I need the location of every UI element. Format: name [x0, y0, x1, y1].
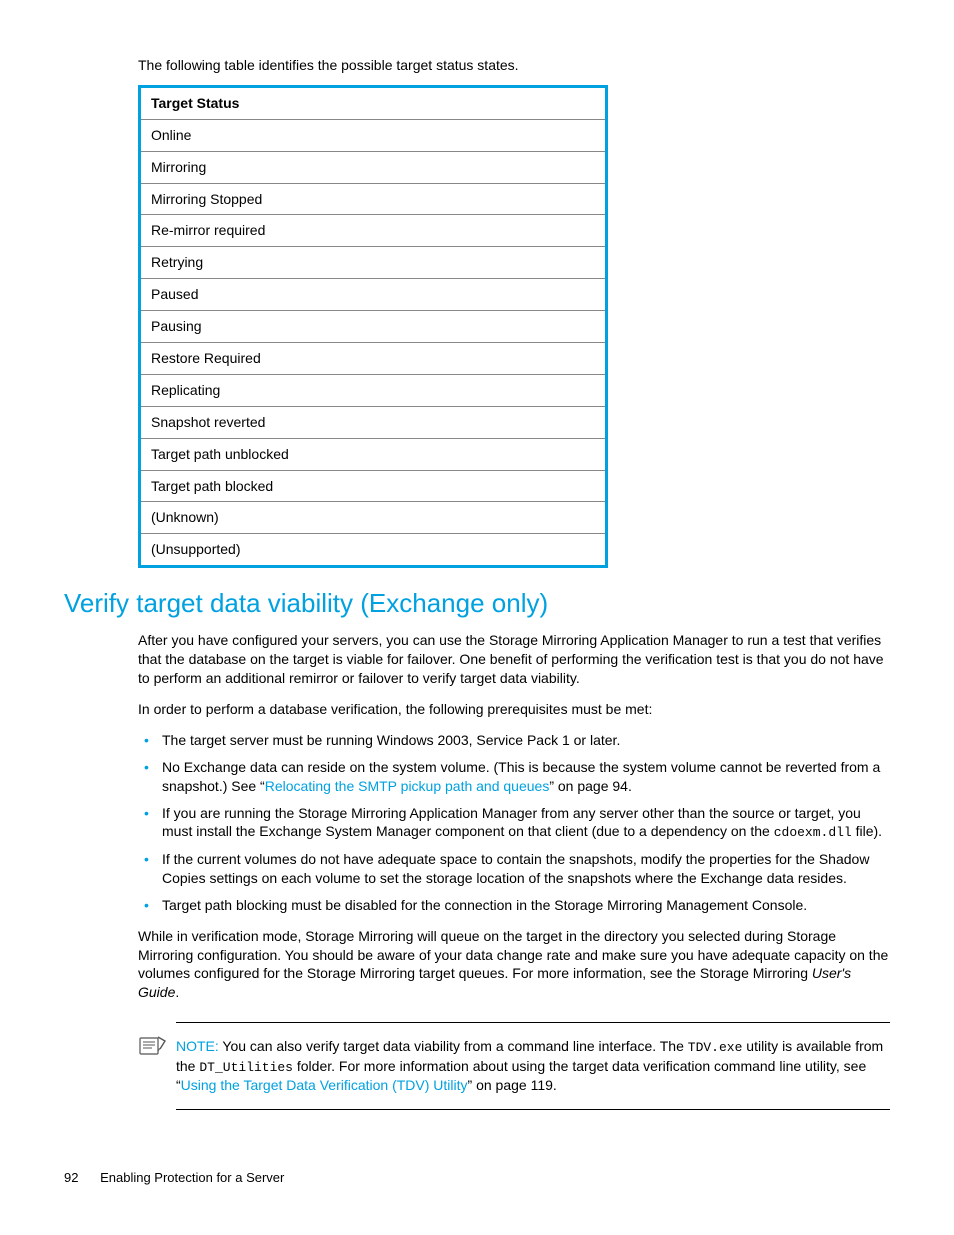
- note-label: NOTE:: [176, 1038, 219, 1054]
- note-block: NOTE: You can also verify target data vi…: [176, 1022, 890, 1110]
- target-status-table: Target Status Online Mirroring Mirroring…: [138, 85, 608, 568]
- list-item-text: ” on page 94.: [549, 778, 632, 794]
- table-header: Target Status: [140, 86, 607, 119]
- table-row: Paused: [140, 279, 607, 311]
- paragraph: In order to perform a database verificat…: [138, 700, 890, 719]
- section-heading: Verify target data viability (Exchange o…: [64, 586, 890, 621]
- list-item: Target path blocking must be disabled fo…: [138, 896, 890, 915]
- table-row: Re-mirror required: [140, 215, 607, 247]
- body-content: After you have configured your servers, …: [138, 631, 890, 1110]
- table-row: Mirroring Stopped: [140, 183, 607, 215]
- paragraph-text: While in verification mode, Storage Mirr…: [138, 928, 888, 982]
- page-number: 92: [64, 1170, 78, 1185]
- list-item: The target server must be running Window…: [138, 731, 890, 750]
- footer-title: Enabling Protection for a Server: [100, 1170, 284, 1185]
- note-text: ” on page 119.: [468, 1077, 557, 1093]
- list-item-text: If you are running the Storage Mirroring…: [162, 805, 861, 840]
- table-row: Target path unblocked: [140, 438, 607, 470]
- table-row: Target path blocked: [140, 470, 607, 502]
- intro-text: The following table identifies the possi…: [138, 56, 890, 75]
- paragraph-text: .: [175, 984, 179, 1000]
- table-row: Mirroring: [140, 151, 607, 183]
- list-item: If the current volumes do not have adequ…: [138, 850, 890, 888]
- list-item-text: file).: [852, 823, 882, 839]
- note-text: You can also verify target data viabilit…: [219, 1038, 688, 1054]
- code-text: cdoexm.dll: [774, 825, 852, 840]
- list-item: If you are running the Storage Mirroring…: [138, 804, 890, 842]
- paragraph: While in verification mode, Storage Mirr…: [138, 927, 890, 1003]
- table-row: Snapshot reverted: [140, 406, 607, 438]
- prerequisites-list: The target server must be running Window…: [138, 731, 890, 915]
- table-row: Replicating: [140, 374, 607, 406]
- table-row: Restore Required: [140, 343, 607, 375]
- paragraph: After you have configured your servers, …: [138, 631, 890, 688]
- cross-reference-link[interactable]: Relocating the SMTP pickup path and queu…: [265, 778, 550, 794]
- code-text: TDV.exe: [688, 1040, 743, 1055]
- code-text: DT_Utilities: [199, 1060, 293, 1075]
- cross-reference-link[interactable]: Using the Target Data Verification (TDV)…: [181, 1077, 468, 1093]
- table-row: Online: [140, 119, 607, 151]
- note-icon: [138, 1035, 166, 1057]
- table-row: Retrying: [140, 247, 607, 279]
- table-row: (Unknown): [140, 502, 607, 534]
- table-row: Pausing: [140, 311, 607, 343]
- list-item: No Exchange data can reside on the syste…: [138, 758, 890, 796]
- page-footer: 92 Enabling Protection for a Server: [64, 1169, 284, 1187]
- page-container: The following table identifies the possi…: [0, 0, 954, 1235]
- table-row: (Unsupported): [140, 534, 607, 567]
